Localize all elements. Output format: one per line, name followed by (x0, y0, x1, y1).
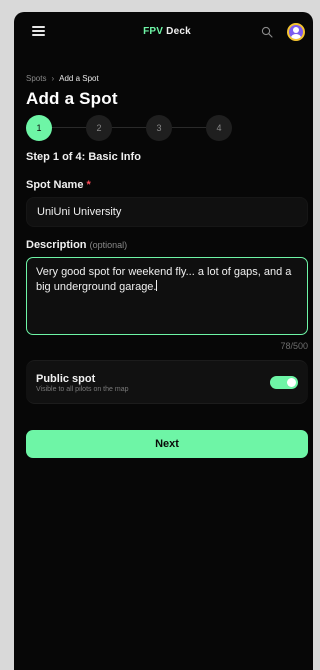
breadcrumb: Spots › Add a Spot (26, 74, 308, 83)
app-screen: FPV Deck Spots › Add a Spot Add a Spot 1… (14, 12, 313, 670)
required-marker: * (86, 179, 91, 191)
next-button[interactable]: Next (26, 430, 308, 458)
breadcrumb-current: Add a Spot (59, 74, 99, 83)
description-label-text: Description (26, 239, 87, 251)
breadcrumb-separator: › (51, 74, 55, 83)
step-3: 3 (146, 115, 172, 141)
stepper-line (40, 127, 222, 128)
user-avatar-icon[interactable] (287, 23, 305, 41)
spot-name-input[interactable]: UniUni University (26, 197, 308, 227)
step-2: 2 (86, 115, 112, 141)
brand-fpv: FPV (143, 26, 164, 37)
step-caption: Step 1 of 4: Basic Info (26, 151, 141, 163)
spot-name-value: UniUni University (37, 206, 122, 218)
text-caret (156, 280, 158, 291)
step-1: 1 (26, 115, 52, 141)
toggle-knob (287, 378, 296, 387)
public-spot-row: Public spot Visible to all pilots on the… (26, 360, 308, 404)
description-value: Very good spot for weekend fly... a lot … (36, 266, 292, 293)
spot-name-label-text: Spot Name (26, 179, 84, 191)
brand-deck: Deck (166, 26, 191, 37)
spot-name-label: Spot Name * (26, 179, 308, 191)
breadcrumb-spots-link[interactable]: Spots (26, 74, 46, 83)
stepper: 1 2 3 4 (26, 115, 308, 141)
step-4: 4 (206, 115, 232, 141)
top-bar: FPV Deck (26, 12, 308, 52)
description-optional-hint: (optional) (89, 240, 128, 250)
public-spot-title: Public spot (36, 373, 96, 385)
character-counter: 78/500 (280, 341, 308, 351)
description-label: Description (optional) (26, 239, 308, 251)
search-icon[interactable] (261, 26, 273, 38)
page-title: Add a Spot (26, 89, 118, 108)
public-spot-toggle[interactable] (270, 376, 298, 389)
public-spot-subtitle: Visible to all pilots on the map (36, 386, 129, 393)
description-textarea[interactable]: Very good spot for weekend fly... a lot … (26, 257, 308, 335)
